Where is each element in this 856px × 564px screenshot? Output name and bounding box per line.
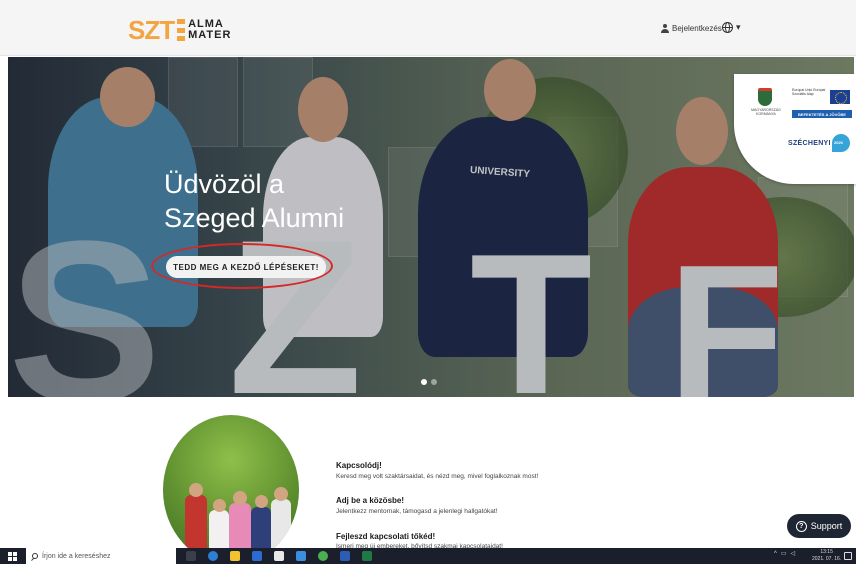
logo[interactable]: SZT ALMA MATER: [128, 16, 231, 44]
eu-flag-icon: [830, 90, 850, 104]
eu-strip: BEFEKTETÉS A JÖVŐBE: [792, 110, 852, 118]
notification-icon[interactable]: [844, 552, 852, 560]
logo-line2: MATER: [188, 29, 232, 41]
clock-time: 13:15: [820, 549, 833, 555]
app-icon[interactable]: [274, 551, 284, 561]
crest-label: MAGYARORSZÁG KORMÁNYA: [751, 108, 781, 116]
login-link[interactable]: Bejelentkezés: [661, 24, 722, 33]
hero-banner: UNIVERSITY S Z T F Üdvözöl a Szeged Alum…: [8, 57, 854, 397]
edge-icon[interactable]: [208, 551, 218, 561]
network-icon: ▭: [780, 551, 787, 557]
taskbar-search[interactable]: Írjon ide a kereséshez: [26, 548, 176, 564]
students-photo: [163, 415, 299, 564]
store-icon[interactable]: [252, 551, 262, 561]
user-icon: [661, 24, 669, 33]
file-explorer-icon[interactable]: [230, 551, 240, 561]
hero-title-line2: Szeged Alumni: [164, 203, 345, 233]
mail-icon[interactable]: [296, 551, 306, 561]
taskbar-search-placeholder: Írjon ide a kereséshez: [42, 552, 111, 560]
site-header: SZT ALMA MATER Bejelentkezés ▾: [0, 0, 856, 56]
language-selector[interactable]: ▾: [722, 22, 741, 33]
excel-icon[interactable]: [362, 551, 372, 561]
carousel-dot[interactable]: [431, 379, 437, 385]
chevron-down-icon: ▾: [736, 22, 741, 32]
help-icon: ?: [795, 520, 807, 532]
task-view-icon[interactable]: [186, 551, 196, 561]
volume-icon: ◁: [790, 551, 796, 557]
photo-person-head: [274, 487, 288, 501]
feature-title-network: Fejleszd kapcsolati tőkéd!: [336, 532, 436, 541]
logo-text: ALMA MATER: [188, 19, 231, 41]
logo-bars-icon: [177, 19, 186, 41]
photo-person-head: [233, 491, 247, 505]
feature-title-connect: Kapcsolódj!: [336, 461, 382, 470]
hero-title-line1: Üdvözöl a: [164, 169, 285, 199]
clock-date: 2021. 07. 16.: [812, 556, 842, 562]
chrome-icon[interactable]: [318, 551, 328, 561]
hero-title: Üdvözöl a Szeged Alumni: [164, 167, 344, 235]
windows-taskbar: Írjon ide a kereséshez ^ ▭ ◁ 13:15 2021.…: [0, 548, 856, 564]
carousel-dot[interactable]: [421, 379, 427, 385]
photo-person-head: [213, 499, 226, 512]
page: SZT ALMA MATER Bejelentkezés ▾ UNIVERSIT…: [0, 0, 856, 564]
photo-person-head: [189, 483, 203, 497]
highlight-circle: [151, 243, 333, 289]
system-tray[interactable]: ^ ▭ ◁: [774, 550, 796, 558]
szechenyi-2020-icon: [832, 134, 850, 152]
feature-title-contribute: Adj be a közösbe!: [336, 496, 405, 505]
support-button[interactable]: ? Support: [787, 514, 851, 538]
szechenyi-label: SZÉCHENYI: [788, 140, 831, 147]
login-label: Bejelentkezés: [672, 24, 722, 33]
feature-desc-connect: Keresd meg volt szaktársaidat, és nézd m…: [336, 473, 539, 480]
logo-main: SZT: [128, 15, 175, 45]
search-icon: [32, 553, 38, 559]
feature-desc-contribute: Jelentkezz mentornak, támogasd a jelenle…: [336, 508, 498, 515]
word-icon[interactable]: [340, 551, 350, 561]
hero-overlay: [8, 57, 854, 397]
eu-funding-badge: MAGYARORSZÁG KORMÁNYA Európai Unió Európ…: [734, 74, 856, 184]
taskbar-clock[interactable]: 13:15 2021. 07. 16.: [812, 549, 841, 563]
globe-icon: [722, 22, 733, 33]
eu-text: Európai Unió Európai Szociális Alap: [792, 88, 826, 97]
support-label: Support: [810, 521, 843, 531]
hungary-crest-icon: [758, 88, 772, 106]
chevron-up-icon: ^: [774, 550, 777, 557]
photo-person-head: [255, 495, 268, 508]
windows-start-icon[interactable]: [8, 552, 17, 561]
